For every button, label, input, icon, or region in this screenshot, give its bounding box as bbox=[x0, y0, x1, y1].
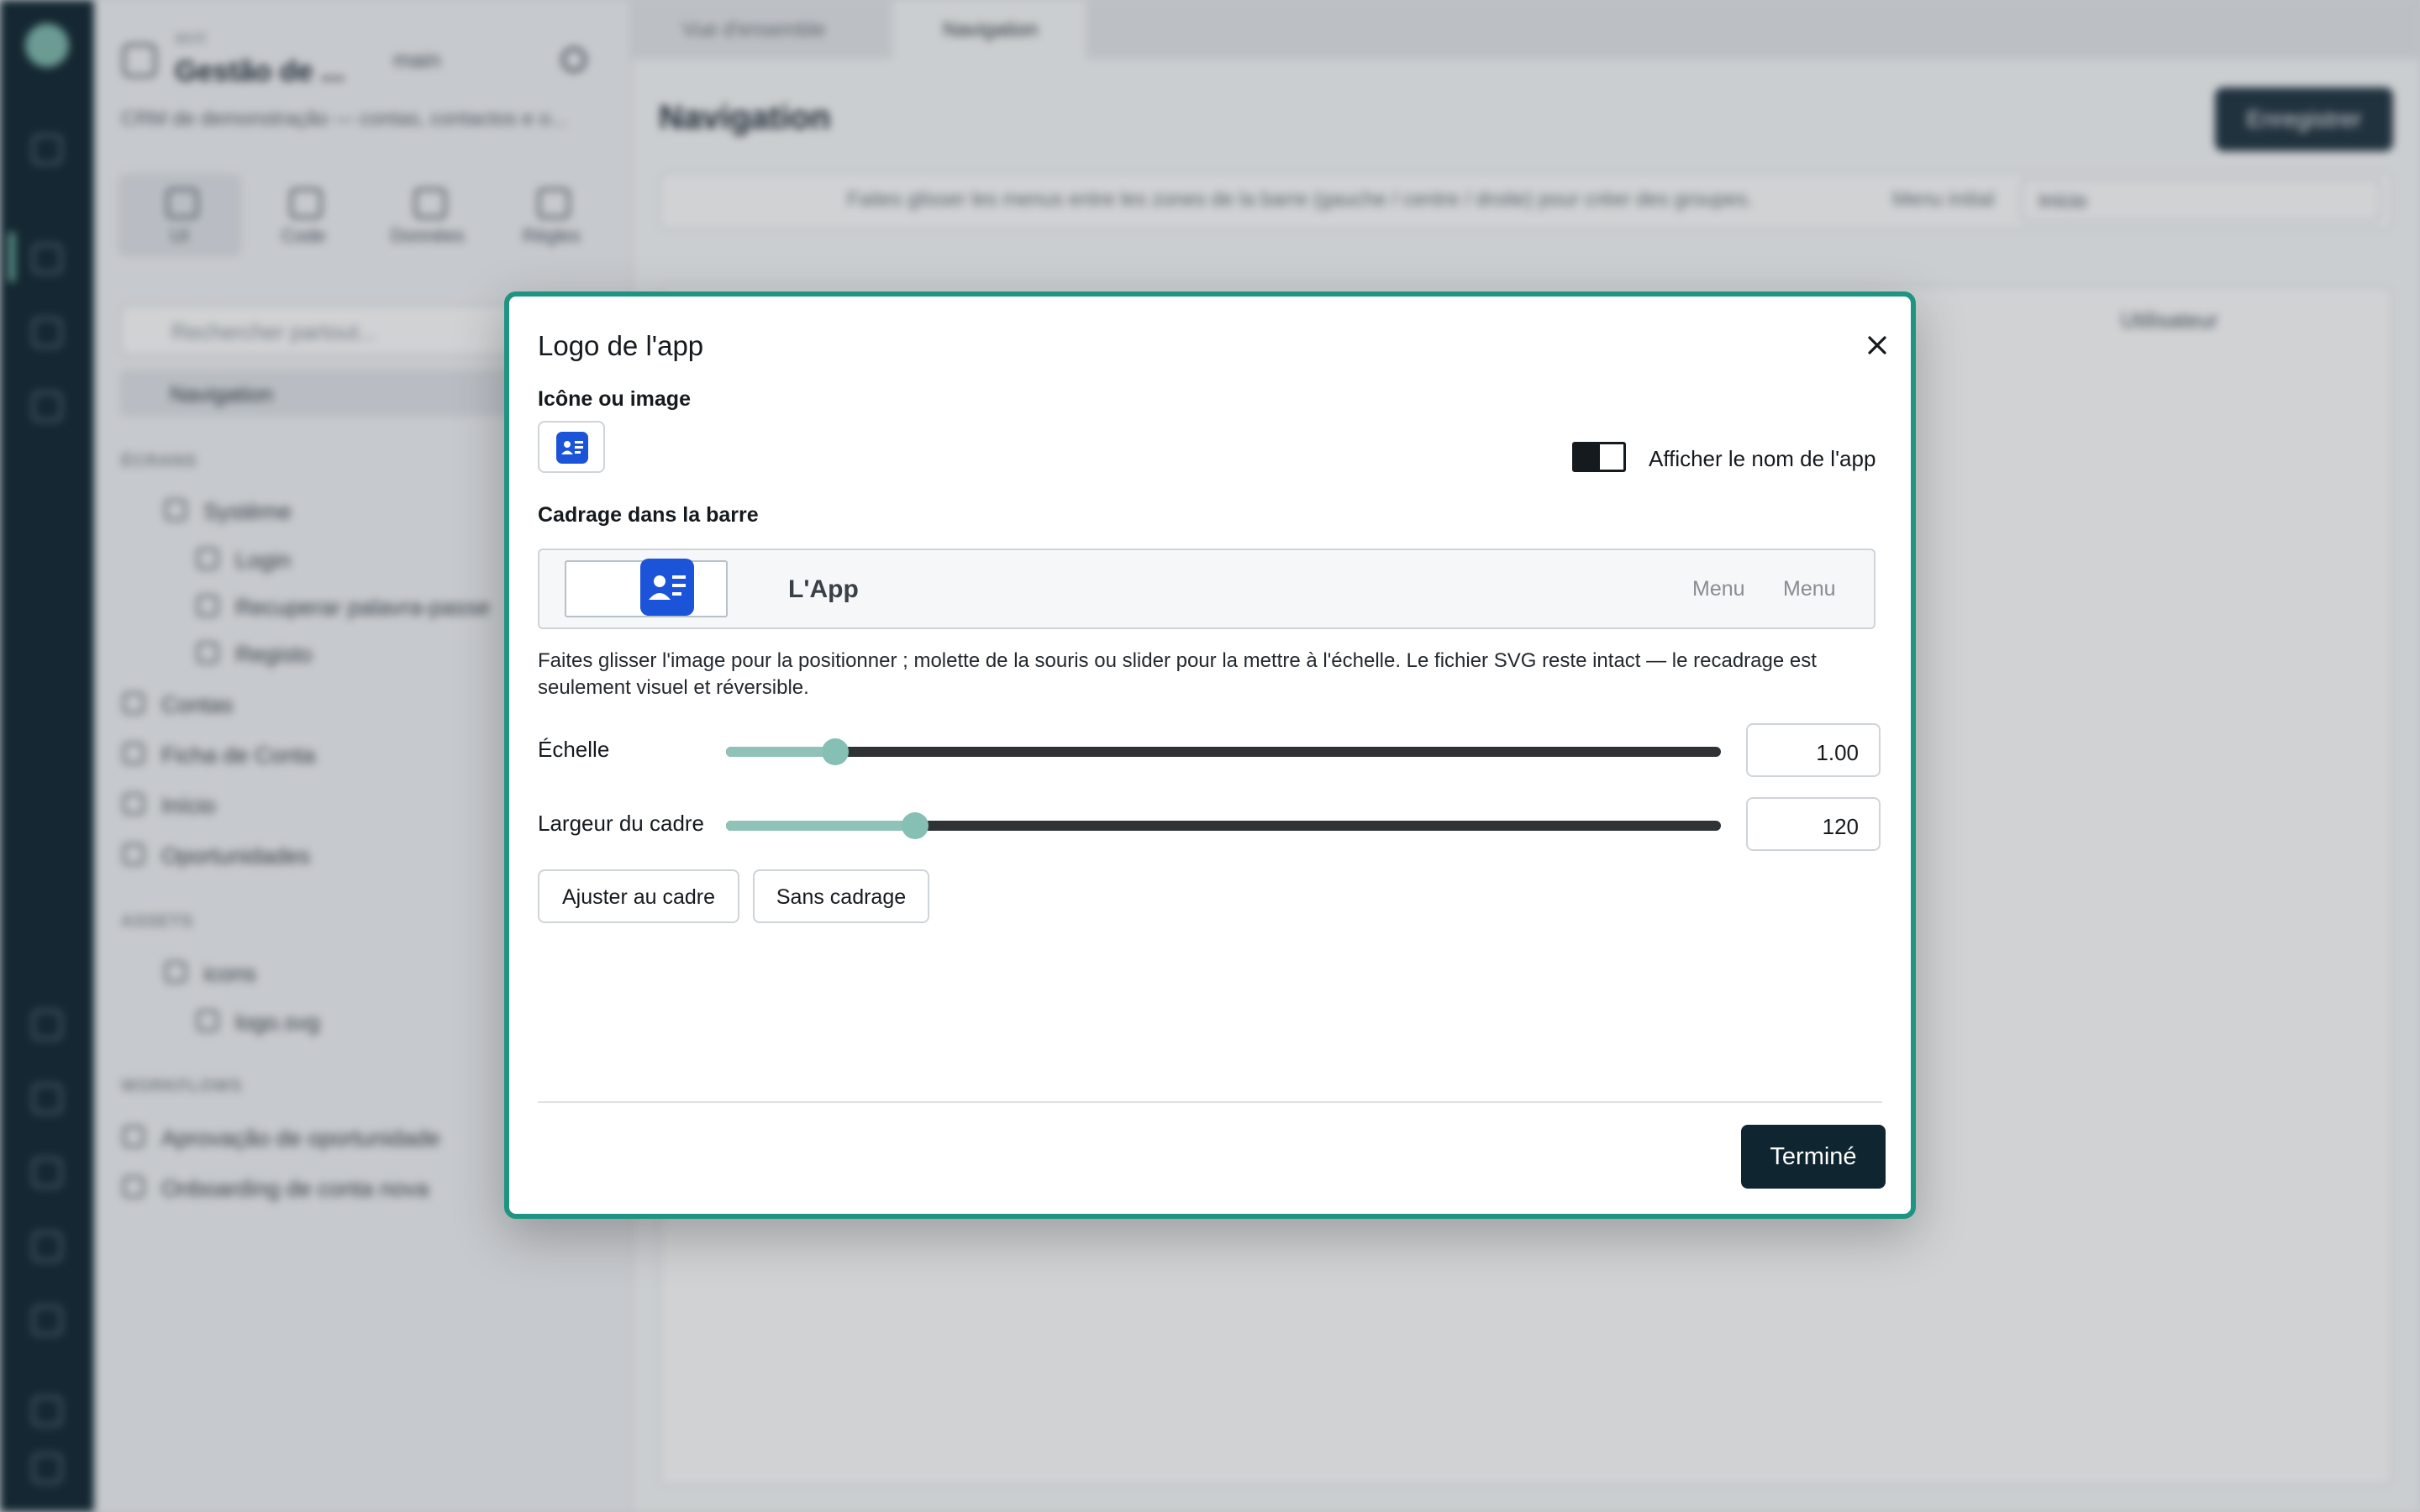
scale-label: Échelle bbox=[538, 737, 610, 762]
icon-section-label: Icône ou image bbox=[538, 387, 691, 411]
fit-to-frame-button[interactable]: Ajuster au cadre bbox=[538, 869, 739, 923]
frame-width-slider[interactable] bbox=[726, 812, 1721, 839]
frame-width-label: Largeur du cadre bbox=[538, 811, 705, 836]
preview-app-name: L'App bbox=[788, 575, 859, 603]
contact-card-icon bbox=[556, 432, 588, 464]
frame-width-value-input[interactable]: 120 bbox=[1746, 797, 1881, 851]
scale-slider[interactable] bbox=[726, 738, 1721, 765]
app-logo-dialog: Logo de l'app Icône ou image Afficher le… bbox=[504, 291, 1916, 1219]
show-app-name-toggle[interactable] bbox=[1572, 442, 1626, 472]
footer-divider bbox=[538, 1101, 1882, 1103]
dialog-title: Logo de l'app bbox=[538, 330, 704, 361]
scale-slider-thumb[interactable] bbox=[822, 738, 850, 765]
scale-slider-fill bbox=[726, 747, 836, 757]
show-app-name-label: Afficher le nom de l'app bbox=[1649, 446, 1876, 471]
preview-menu-2: Menu bbox=[1783, 577, 1836, 601]
crop-preview[interactable]: L'App Menu Menu bbox=[538, 549, 1876, 629]
preview-menu-1: Menu bbox=[1692, 577, 1745, 601]
frame-width-slider-fill bbox=[726, 821, 915, 831]
toggle-knob bbox=[1575, 444, 1600, 470]
done-button[interactable]: Terminé bbox=[1741, 1125, 1886, 1189]
crop-description: Faites glisser l'image pour la positionn… bbox=[538, 649, 1817, 699]
frame-width-slider-thumb[interactable] bbox=[901, 812, 929, 839]
scale-value-input[interactable]: 1.00 bbox=[1746, 723, 1881, 777]
icon-picker-button[interactable] bbox=[538, 421, 605, 473]
preview-logo-icon[interactable] bbox=[640, 559, 694, 616]
crop-section-label: Cadrage dans la barre bbox=[538, 503, 759, 527]
no-crop-button[interactable]: Sans cadrage bbox=[753, 869, 929, 923]
close-icon[interactable] bbox=[1860, 328, 1894, 362]
